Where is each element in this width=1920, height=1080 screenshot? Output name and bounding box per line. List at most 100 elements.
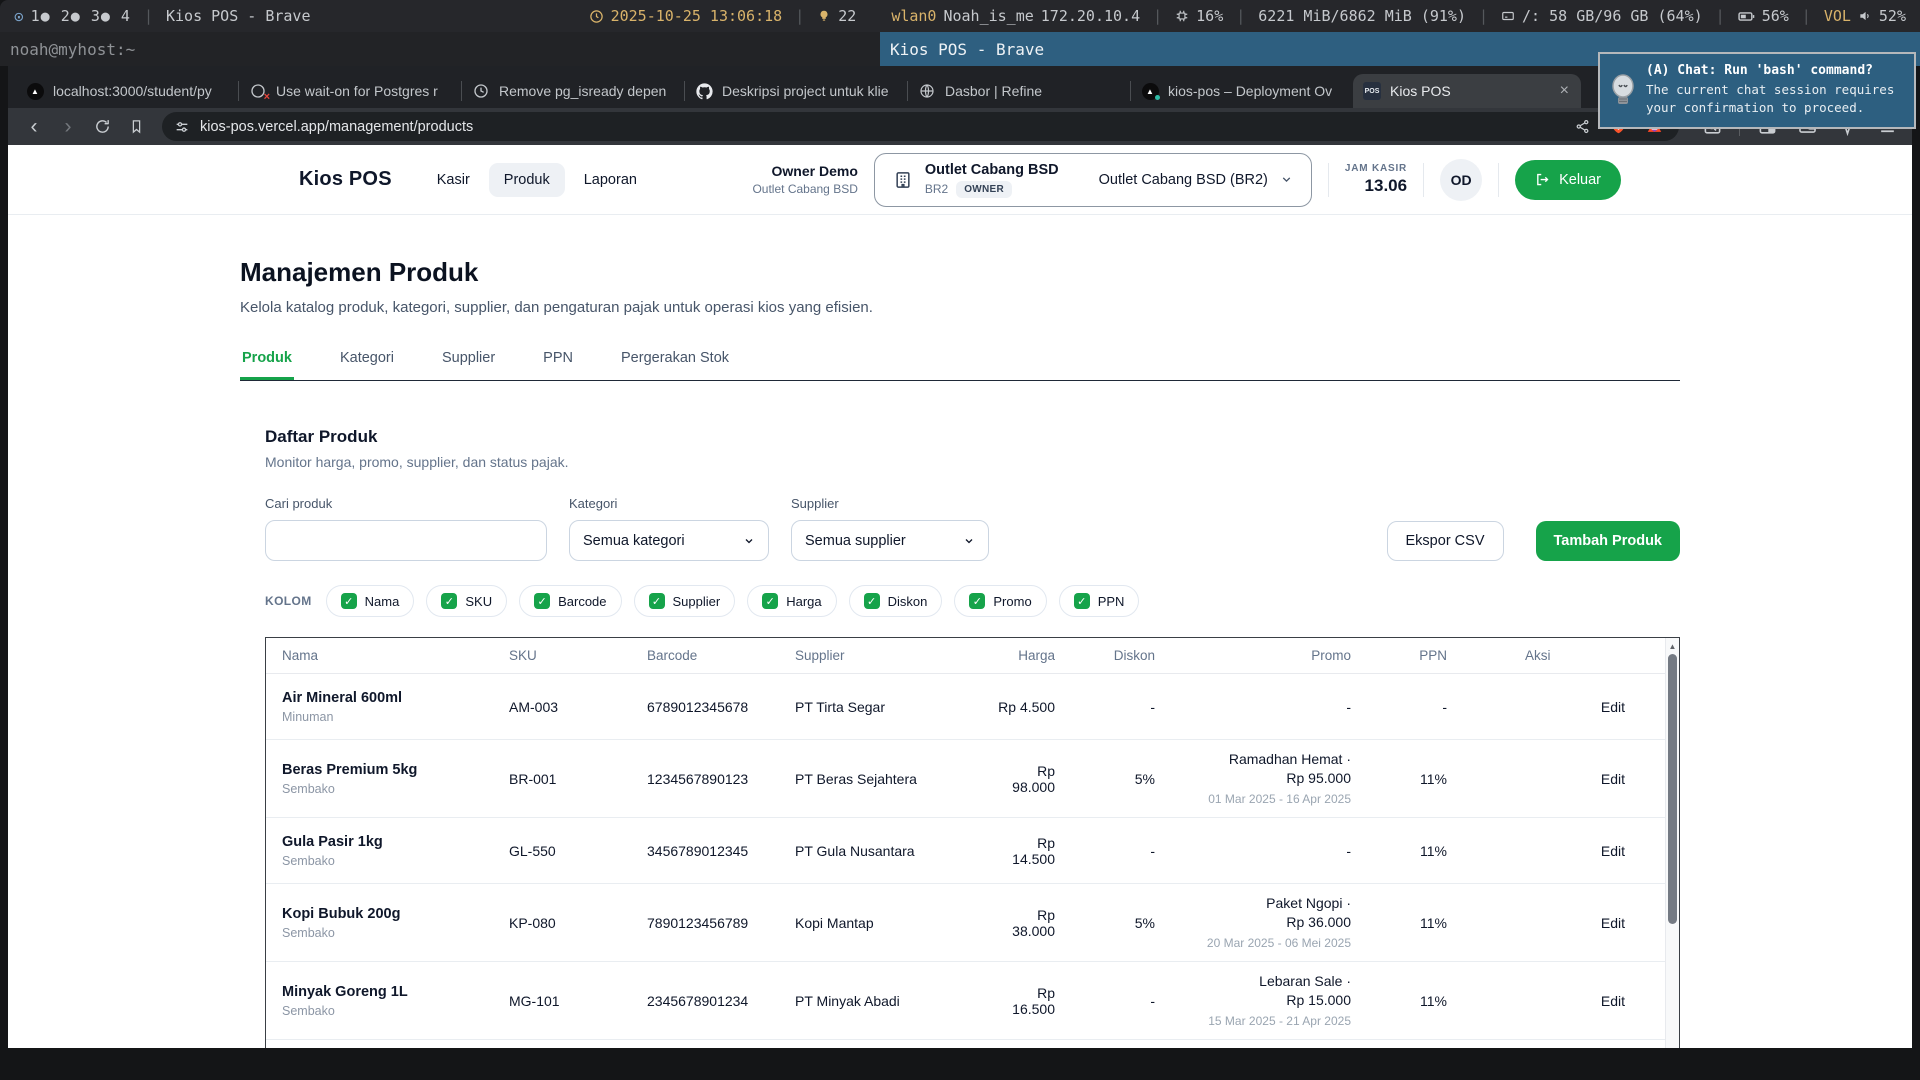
close-tab-icon[interactable]: × [1558, 82, 1571, 100]
browser-tab-localhost[interactable]: ▲ localhost:3000/student/py [16, 74, 238, 108]
edit-button[interactable]: Edit [1601, 915, 1625, 931]
column-toggle-barcode[interactable]: ✓Barcode [519, 585, 621, 617]
column-toggle-sku[interactable]: ✓SKU [426, 585, 507, 617]
forward-button[interactable]: › [54, 113, 82, 141]
product-name-cell: Kopi Bubuk 200g Sembako [266, 906, 493, 940]
vercel-deploy-icon: ▲ [1141, 82, 1159, 100]
globe-icon [918, 82, 936, 100]
column-toggle-harga[interactable]: ✓Harga [747, 585, 836, 617]
product-discount: - [1071, 843, 1171, 859]
outlet-selector-box: Outlet Cabang BSD BR2 OWNER Outlet Caban… [874, 153, 1312, 207]
back-button[interactable]: ‹ [20, 113, 48, 141]
product-sku: MG-101 [493, 993, 631, 1009]
table-scrollbar[interactable]: ▲ ▼ [1665, 638, 1679, 1048]
checkbox-checked-icon: ✓ [441, 593, 457, 609]
logout-button[interactable]: Keluar [1515, 160, 1621, 200]
clock-favicon [472, 82, 490, 100]
outlet-select[interactable]: Outlet Cabang BSD (BR2) [1099, 172, 1293, 188]
product-promo: - [1171, 699, 1367, 715]
product-barcode: 3456789012345 [631, 843, 779, 859]
tab-produk[interactable]: Produk [240, 350, 294, 380]
product-price: Rp 16.500 [975, 985, 1071, 1017]
site-settings-icon[interactable] [174, 119, 190, 135]
browser-window: ▲ localhost:3000/student/py × Use wait-o… [8, 66, 1912, 1048]
github-icon [695, 82, 713, 100]
page-title: Manajemen Produk [240, 257, 1680, 288]
column-toggle-supplier[interactable]: ✓Supplier [634, 585, 736, 617]
nav-item-kasir[interactable]: Kasir [422, 163, 485, 197]
nav-item-laporan[interactable]: Laporan [569, 163, 652, 197]
product-barcode: 6789012345678 [631, 699, 779, 715]
brightness-value: 22 [838, 7, 856, 25]
product-supplier: Kopi Mantap [779, 915, 975, 931]
outlet-code: BR2 [925, 182, 948, 196]
kiospos-favicon: POS [1363, 82, 1381, 100]
table-row: Kopi Bubuk 200g Sembako KP-080 789012345… [266, 884, 1665, 962]
workspace-active-icon[interactable]: ⊙ [14, 7, 24, 26]
product-supplier: PT Beras Sejahtera [779, 771, 975, 787]
workspace-list[interactable]: 1● 2● 3● 4 [31, 7, 131, 25]
product-promo: Paket Ngopi · Rp 36.000 20 Mar 2025 - 06… [1171, 886, 1367, 960]
url-bar[interactable]: kios-pos.vercel.app/management/products … [162, 112, 1679, 141]
product-promo: Ramadhan Hemat · Rp 95.000 01 Mar 2025 -… [1171, 742, 1367, 816]
user-outlet: Outlet Cabang BSD [752, 182, 857, 196]
section-subtitle: Monitor harga, promo, supplier, dan stat… [265, 454, 1680, 470]
tab-kategori[interactable]: Kategori [338, 350, 396, 380]
product-price: Rp 14.500 [975, 835, 1071, 867]
checkbox-checked-icon: ✓ [762, 593, 778, 609]
product-name-cell: Beras Premium 5kg Sembako [266, 762, 493, 796]
os-window-title: Kios POS - Brave [166, 7, 311, 25]
product-promo: Lebaran Sale · Rp 15.000 15 Mar 2025 - 2… [1171, 964, 1367, 1038]
product-barcode: 2345678901234 [631, 993, 779, 1009]
product-supplier: PT Tirta Segar [779, 699, 975, 715]
user-info: Owner Demo Outlet Cabang BSD [752, 163, 857, 196]
browser-tab-deskripsi[interactable]: Deskripsi project untuk klie [685, 74, 907, 108]
edit-button[interactable]: Edit [1601, 699, 1625, 715]
supplier-select[interactable]: Semua supplier [791, 520, 989, 561]
edit-button[interactable]: Edit [1601, 993, 1625, 1009]
browser-tab-deployment[interactable]: ▲ kios-pos – Deployment Ov [1131, 74, 1353, 108]
memory-usage: 6221 MiB/6862 MiB (91%) [1258, 7, 1466, 25]
browser-tab-waiton[interactable]: × Use wait-on for Postgres r [239, 74, 461, 108]
edit-button[interactable]: Edit [1601, 843, 1625, 859]
product-supplier: PT Gula Nusantara [779, 843, 975, 859]
share-icon[interactable] [1569, 114, 1595, 140]
browser-tab-dasbor[interactable]: Dasbor | Refine [908, 74, 1130, 108]
chat-confirmation-notification[interactable]: (A) Chat: Run 'bash' command? The curren… [1598, 52, 1916, 129]
taskbar-terminal-window[interactable]: noah@myhost:~ [10, 32, 135, 66]
lightbulb-icon [1608, 62, 1638, 117]
column-toggle-ppn[interactable]: ✓PPN [1059, 585, 1140, 617]
product-price: Rp 4.500 [975, 699, 1071, 715]
scroll-up-icon[interactable]: ▲ [1669, 638, 1677, 653]
checkbox-checked-icon: ✓ [341, 593, 357, 609]
column-toggle-nama[interactable]: ✓Nama [326, 585, 415, 617]
category-select[interactable]: Semua kategori [569, 520, 769, 561]
github-pr-icon: × [249, 82, 267, 100]
notification-title: (A) Chat: Run 'bash' command? [1646, 62, 1904, 81]
add-product-button[interactable]: Tambah Produk [1536, 521, 1681, 561]
bookmark-icon[interactable] [122, 113, 150, 141]
product-name-cell: Minyak Goreng 1L Sembako [266, 984, 493, 1018]
nav-item-produk[interactable]: Produk [489, 163, 565, 197]
app-brand[interactable]: Kios POS [299, 168, 392, 191]
product-ppn: 11% [1367, 843, 1463, 859]
column-toggle-promo[interactable]: ✓Promo [954, 585, 1046, 617]
url-text[interactable]: kios-pos.vercel.app/management/products [200, 119, 473, 135]
browser-tab-pgisready[interactable]: Remove pg_isready depen [462, 74, 684, 108]
avatar[interactable]: OD [1440, 159, 1482, 201]
tab-ppn[interactable]: PPN [541, 350, 575, 380]
reload-button[interactable] [88, 113, 116, 141]
search-input[interactable] [265, 520, 547, 561]
user-name: Owner Demo [752, 163, 857, 179]
cashier-clock-label: JAM KASIR [1345, 163, 1407, 174]
scrollbar-thumb[interactable] [1668, 654, 1677, 924]
browser-tab-kiospos-active[interactable]: POS Kios POS × [1353, 74, 1581, 108]
edit-button[interactable]: Edit [1601, 771, 1625, 787]
export-csv-button[interactable]: Ekspor CSV [1387, 521, 1504, 561]
column-toggle-diskon[interactable]: ✓Diskon [849, 585, 943, 617]
product-list-section: Daftar Produk Monitor harga, promo, supp… [240, 427, 1680, 1048]
tab-pergerakan-stok[interactable]: Pergerakan Stok [619, 350, 731, 380]
tab-supplier[interactable]: Supplier [440, 350, 497, 380]
page-subtitle: Kelola katalog produk, kategori, supplie… [240, 299, 1680, 316]
column-toggles-row: KOLOM ✓Nama ✓SKU ✓Barcode ✓Supplier ✓Har… [265, 585, 1680, 617]
